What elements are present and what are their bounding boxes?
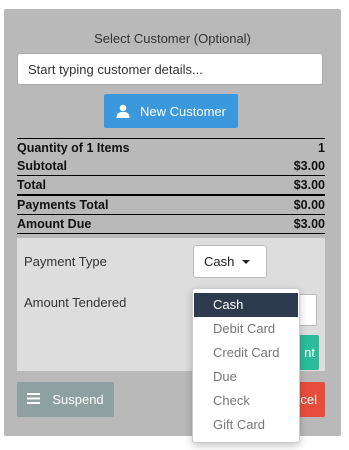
dropdown-option-debit-card[interactable]: Debit Card (193, 317, 299, 341)
select-customer-title: Select Customer (Optional) (94, 31, 251, 46)
dropdown-option-check[interactable]: Check (193, 389, 299, 413)
add-payment-label: nt (304, 345, 315, 360)
dropdown-option-credit-card[interactable]: Credit Card (193, 341, 299, 365)
cancel-label: cel (300, 392, 317, 407)
totals-value: 1 (318, 141, 325, 155)
dropdown-option-due[interactable]: Due (193, 365, 299, 389)
suspend-label: Suspend (52, 392, 104, 407)
dropdown-option-gift-card[interactable]: Gift Card (193, 413, 299, 437)
payment-type-label: Payment Type (24, 254, 107, 269)
payment-type-value: Cash (204, 254, 235, 269)
totals-row-amount-due: Amount Due $3.00 (17, 214, 325, 234)
amount-tendered-label: Amount Tendered (24, 295, 127, 310)
suspend-button[interactable]: Suspend (17, 382, 114, 417)
totals-label: Payments Total (17, 198, 109, 212)
caret-down-icon (242, 260, 250, 264)
payment-type-dropdown: Cash Debit Card Credit Card Due Check Gi… (192, 288, 300, 443)
totals-table: Quantity of 1 Items 1 Subtotal $3.00 Tot… (17, 138, 325, 234)
new-customer-button[interactable]: New Customer (104, 94, 238, 128)
totals-row-subtotal: Subtotal $3.00 (17, 157, 325, 175)
totals-label: Subtotal (17, 159, 67, 173)
totals-label: Total (17, 178, 46, 192)
totals-row-payments-total: Payments Total $0.00 (17, 196, 325, 214)
payment-type-select[interactable]: Cash (193, 245, 267, 278)
totals-row-total: Total $3.00 (17, 175, 325, 196)
totals-value: $3.00 (293, 178, 325, 192)
new-customer-label: New Customer (140, 103, 226, 119)
totals-label: Amount Due (17, 217, 92, 231)
dropdown-option-cash[interactable]: Cash (194, 293, 298, 317)
totals-value: $0.00 (293, 198, 325, 212)
user-icon (116, 104, 130, 118)
totals-value: $3.00 (293, 217, 325, 231)
totals-value: $3.00 (293, 159, 325, 173)
customer-search-input[interactable] (17, 53, 323, 85)
totals-label: Quantity of 1 Items (17, 141, 130, 155)
totals-row-quantity: Quantity of 1 Items 1 (17, 139, 325, 157)
list-icon (27, 392, 41, 407)
